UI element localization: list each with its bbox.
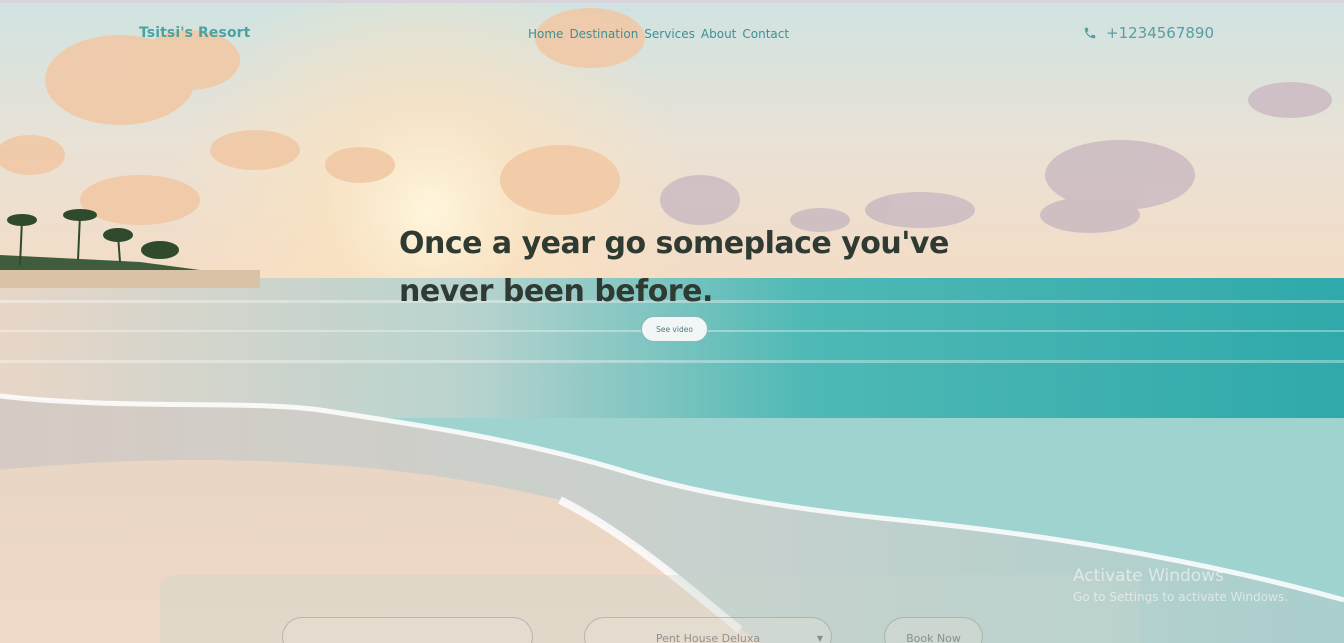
room-type-value: Pent House Deluxa — [655, 632, 761, 643]
hero-headline-line-1: Once a year go someplace you've — [399, 226, 949, 261]
see-video-button[interactable]: See video — [641, 316, 708, 342]
book-now-button[interactable]: Book Now — [884, 617, 983, 643]
hero-headline-line-2: never been before. — [399, 274, 713, 309]
site-logo[interactable]: Tsitsi's Resort — [139, 25, 250, 41]
nav-item-destination[interactable]: Destination — [569, 27, 638, 41]
watermark-title: Activate Windows — [1073, 566, 1224, 586]
phone-number: +1234567890 — [1106, 24, 1215, 42]
room-type-select[interactable]: Pent House Deluxa ▼ — [584, 617, 832, 643]
top-border — [0, 0, 1344, 3]
watermark-subtitle: Go to Settings to activate Windows. — [1073, 590, 1288, 604]
nav-item-contact[interactable]: Contact — [742, 27, 789, 41]
main-nav: Home Destination Services About Contact — [528, 27, 789, 41]
phone-contact[interactable]: +1234567890 — [1083, 24, 1214, 42]
phone-icon — [1084, 27, 1096, 39]
hero-headline: Once a year go someplace you've never be… — [399, 220, 999, 316]
os-activation-watermark: Activate Windows Go to Settings to activ… — [1073, 566, 1288, 604]
nav-item-services[interactable]: Services — [644, 27, 695, 41]
nav-item-about[interactable]: About — [701, 27, 736, 41]
chevron-down-icon: ▼ — [816, 634, 823, 643]
hero-section: Tsitsi's Resort Home Destination Service… — [0, 0, 1344, 643]
nav-item-home[interactable]: Home — [528, 27, 563, 41]
booking-date-field[interactable] — [282, 617, 533, 643]
